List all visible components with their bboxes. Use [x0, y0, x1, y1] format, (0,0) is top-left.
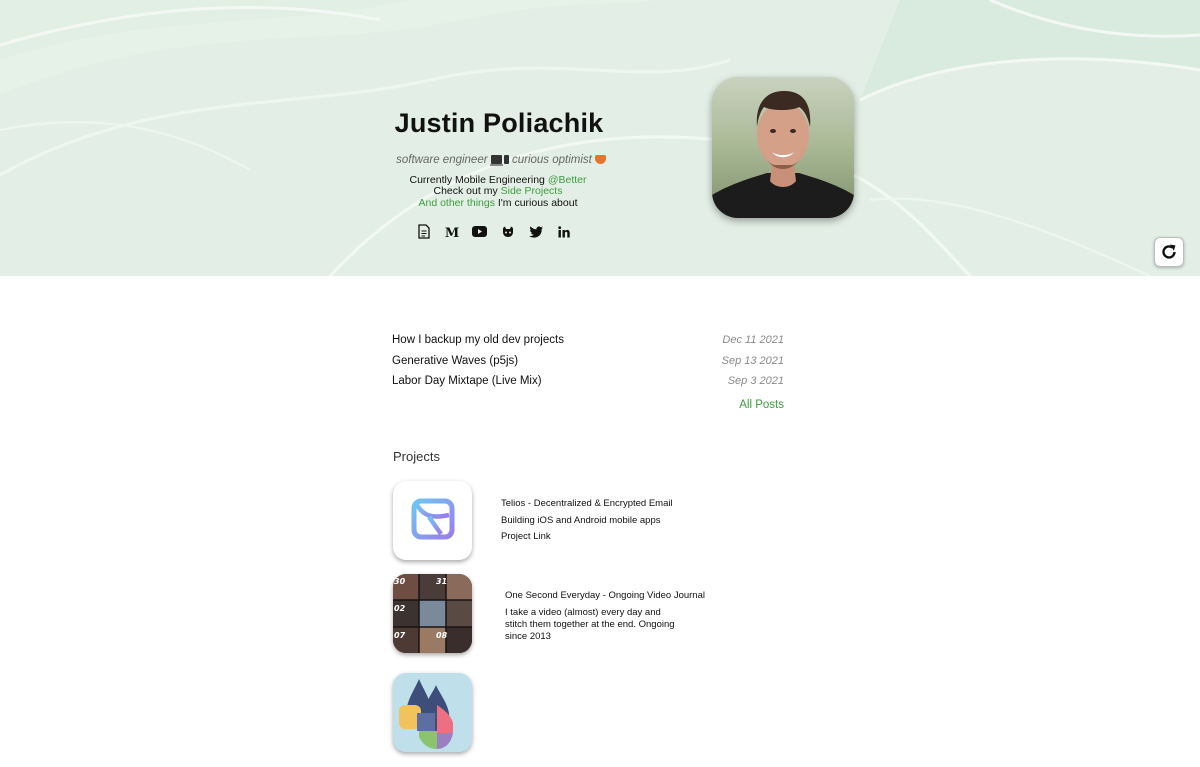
profile-name: Justin Poliachik: [394, 108, 604, 138]
telios-app-icon[interactable]: [393, 481, 472, 560]
refresh-button[interactable]: [1154, 237, 1184, 267]
svg-text:08: 08: [436, 631, 448, 640]
post-title[interactable]: How I backup my old dev projects: [392, 334, 564, 346]
bio-line-3: And other things I'm curious about: [388, 196, 608, 209]
twitter-icon[interactable]: [528, 224, 543, 239]
all-posts-link[interactable]: All Posts: [700, 399, 784, 411]
list-item: Labor Day Mixtape (Live Mix) Sep 3 2021: [392, 371, 784, 392]
side-projects-link[interactable]: Side Projects: [501, 185, 563, 197]
fox-icon: [594, 155, 606, 164]
bio-text: Currently Mobile Engineering: [409, 174, 548, 186]
svg-text:07: 07: [394, 631, 406, 640]
hero-header: Justin Poliachik software engineer curio…: [0, 0, 1200, 276]
project-link[interactable]: Project Link: [501, 531, 673, 543]
project-description-line: since 2013: [505, 630, 551, 642]
better-link[interactable]: @Better: [548, 174, 587, 186]
bio: Currently Mobile Engineering @Better Che…: [388, 174, 608, 209]
tagline-role: software engineer: [396, 154, 488, 166]
github-icon[interactable]: [500, 224, 515, 239]
profile-photo: [712, 77, 854, 218]
project-description: Building iOS and Android mobile apps: [501, 514, 661, 526]
refresh-icon: [1162, 244, 1176, 259]
bio-text: I'm curious about: [494, 196, 578, 209]
social-links: M: [416, 224, 571, 239]
list-item: How I backup my old dev projects Dec 11 …: [392, 330, 784, 351]
project-one-second-everyday: One Second Everyday - Ongoing Video Jour…: [505, 590, 705, 643]
phone-icon: [503, 155, 509, 164]
linkedin-icon[interactable]: [556, 224, 571, 239]
one-second-everyday-app-icon[interactable]: 30 31 02 07 08: [393, 574, 472, 653]
project-description-line: I take a video (almost) every day and: [505, 606, 661, 618]
project-title: Telios - Decentralized & Encrypted Email: [501, 498, 673, 509]
other-things-link[interactable]: And other things: [418, 197, 494, 209]
post-date: Sep 3 2021: [727, 375, 784, 388]
post-title[interactable]: Labor Day Mixtape (Live Mix): [392, 375, 542, 387]
svg-text:31: 31: [436, 577, 447, 586]
post-date: Dec 11 2021: [722, 334, 784, 347]
svg-text:02: 02: [394, 604, 406, 613]
tagline-trait: curious optimist: [511, 154, 592, 166]
drops-app-icon[interactable]: [393, 673, 472, 752]
laptop-icon: [489, 155, 503, 166]
youtube-icon[interactable]: [472, 224, 487, 239]
projects-heading: Projects: [393, 449, 440, 464]
tagline: software engineer curious optimist: [370, 154, 632, 166]
post-list: How I backup my old dev projects Dec 11 …: [392, 330, 784, 392]
list-item: Generative Waves (p5js) Sep 13 2021: [392, 351, 784, 372]
resume-icon[interactable]: [416, 224, 431, 239]
svg-text:M: M: [445, 226, 459, 238]
medium-icon[interactable]: M: [444, 224, 459, 239]
svg-text:30: 30: [394, 577, 406, 586]
project-telios: Telios - Decentralized & Encrypted Email…: [501, 498, 673, 543]
post-title[interactable]: Generative Waves (p5js): [392, 355, 518, 367]
project-title: One Second Everyday - Ongoing Video Jour…: [505, 590, 705, 601]
post-date: Sep 13 2021: [721, 354, 784, 367]
bio-text: Check out my: [433, 185, 501, 198]
project-description-line: stitch them together at the end. Ongoing: [505, 618, 675, 630]
